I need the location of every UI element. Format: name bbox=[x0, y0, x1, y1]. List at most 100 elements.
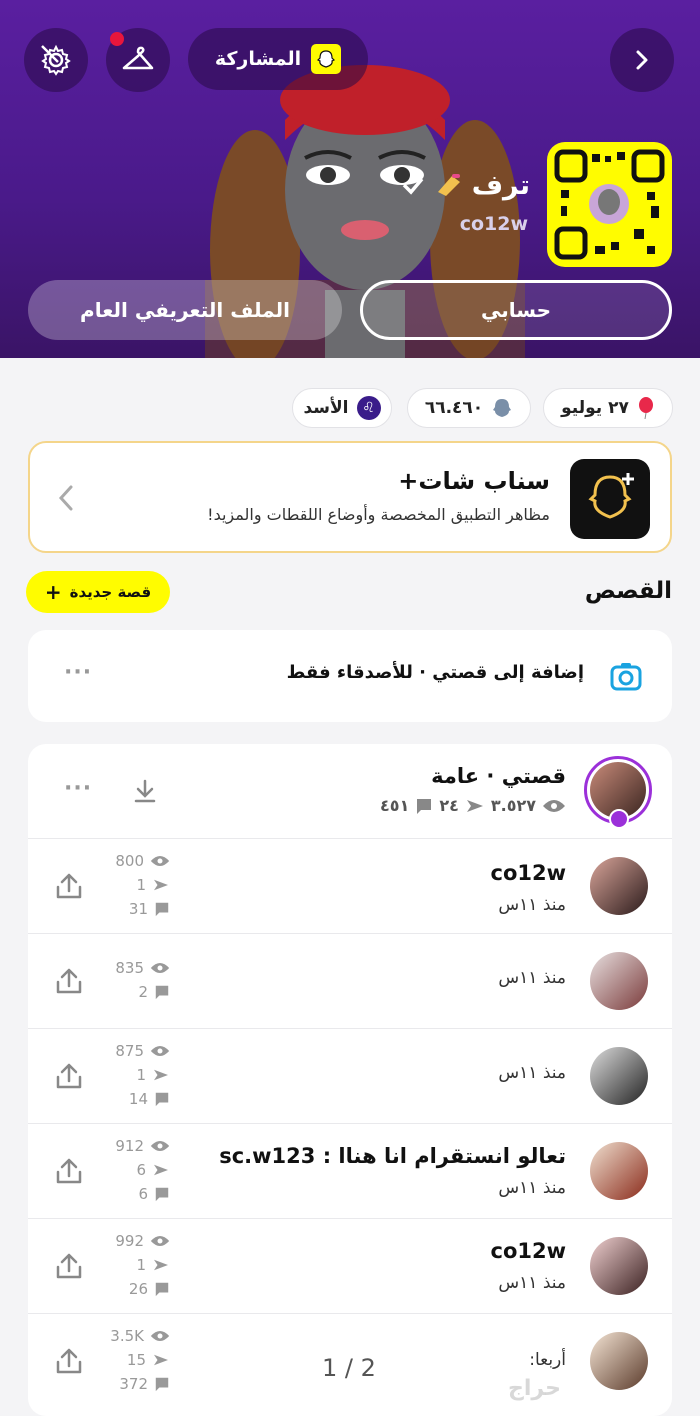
share-upload-icon[interactable] bbox=[54, 1251, 84, 1281]
add-to-story-friends-card[interactable]: إضافة إلى قصتي · للأصدقاء فقط ··· bbox=[28, 630, 672, 722]
notification-dot bbox=[110, 32, 124, 46]
username: co12w bbox=[459, 213, 528, 235]
views-count: 800 bbox=[115, 852, 144, 870]
share-label: المشاركة bbox=[214, 48, 302, 70]
shares-count: 1 bbox=[136, 876, 146, 894]
story-thumbnail[interactable] bbox=[590, 952, 648, 1010]
my-story-screenshots: ٢٤ bbox=[439, 796, 459, 815]
eye-icon bbox=[150, 1046, 170, 1056]
wardrobe-button[interactable] bbox=[106, 28, 170, 92]
screenshot-icon bbox=[154, 1354, 168, 1366]
chat-bubble-icon bbox=[155, 1282, 169, 1297]
story-thumbnail[interactable] bbox=[590, 857, 648, 915]
story-item-time: منذ ١١س bbox=[498, 895, 566, 915]
views-count: 835 bbox=[115, 959, 144, 977]
zodiac-chip[interactable]: ♌ الأسد bbox=[292, 388, 392, 428]
story-thumbnail[interactable] bbox=[590, 1142, 648, 1200]
tab-public-profile-label: الملف التعريفي العام bbox=[80, 298, 290, 322]
story-item-stats: 835 2 bbox=[100, 956, 170, 1004]
plus-icon: + bbox=[44, 580, 62, 604]
tab-my-account[interactable]: حسابي bbox=[360, 280, 672, 340]
eye-icon bbox=[150, 1331, 170, 1341]
leo-zodiac-icon: ♌ bbox=[356, 396, 381, 420]
download-icon[interactable] bbox=[132, 778, 158, 804]
nail-polish-emoji-icon bbox=[437, 173, 460, 196]
more-options-icon[interactable]: ··· bbox=[64, 660, 92, 685]
birthday-text: ٢٧ يوليو bbox=[561, 398, 629, 418]
story-item-time: منذ ١١س bbox=[498, 1063, 566, 1083]
eye-icon bbox=[150, 1236, 170, 1246]
display-name: ترف bbox=[400, 170, 530, 201]
story-item-stats: 992 1 26 bbox=[100, 1229, 170, 1301]
chevron-right-icon bbox=[636, 50, 648, 70]
share-upload-icon[interactable] bbox=[54, 1346, 84, 1376]
story-more-options-icon[interactable]: ··· bbox=[64, 776, 92, 801]
birthday-chip[interactable]: ٢٧ يوليو bbox=[543, 388, 673, 428]
story-item[interactable]: co12w منذ ١١س 992 1 26 bbox=[28, 1219, 672, 1314]
story-item-stats: 3.5K 15 372 bbox=[100, 1324, 170, 1396]
hanger-icon bbox=[122, 46, 154, 70]
share-button[interactable]: المشاركة bbox=[188, 28, 368, 90]
eye-icon bbox=[150, 1141, 170, 1151]
eye-icon bbox=[150, 963, 170, 973]
story-item-title: co12w bbox=[490, 1239, 567, 1263]
shares-count: 1 bbox=[136, 1066, 146, 1084]
story-thumbnail[interactable] bbox=[590, 1237, 648, 1295]
share-upload-icon[interactable] bbox=[54, 1156, 84, 1186]
story-item-time: منذ ١١س bbox=[498, 1273, 566, 1293]
snapcode[interactable] bbox=[547, 142, 672, 267]
views-count: 912 bbox=[115, 1137, 144, 1155]
share-upload-icon[interactable] bbox=[54, 1061, 84, 1091]
chat-bubble-icon bbox=[417, 798, 432, 814]
chat-bubble-icon bbox=[155, 1187, 169, 1202]
stories-section-title: القصص bbox=[584, 578, 672, 604]
story-item[interactable]: co12w منذ ١١س 800 1 31 bbox=[28, 839, 672, 934]
chat-bubble-icon bbox=[155, 902, 169, 917]
eye-icon bbox=[543, 799, 565, 812]
chevron-left-icon bbox=[58, 485, 73, 511]
replies-count: 2 bbox=[138, 983, 148, 1001]
my-story-stats: ٣.٥٢٧ ٢٤ ٤٥١ bbox=[380, 796, 566, 815]
snapchat-plus-card[interactable]: سناب شات+ مظاهر التطبيق المخصصة وأوضاع ا… bbox=[28, 441, 672, 553]
story-item[interactable]: منذ ١١س 835 2 bbox=[28, 934, 672, 1029]
tab-public-profile[interactable]: الملف التعريفي العام bbox=[28, 280, 342, 340]
story-item-stats: 875 1 14 bbox=[100, 1039, 170, 1111]
share-upload-icon[interactable] bbox=[54, 871, 84, 901]
screenshot-icon bbox=[154, 1259, 168, 1271]
story-item[interactable]: منذ ١١س 875 1 14 bbox=[28, 1029, 672, 1124]
display-name-text: ترف bbox=[471, 170, 530, 201]
story-thumbnail[interactable] bbox=[590, 1332, 648, 1390]
story-item-title: تعالو انستقرام انا هناا : sc.w123 bbox=[219, 1144, 566, 1168]
snap-score-chip[interactable]: ٦٦.٤٦٠ bbox=[407, 388, 531, 428]
snapcode-small-icon bbox=[311, 44, 342, 74]
profile-header: المشاركة ترف co12w حسابي الملف التعريفي … bbox=[0, 0, 700, 358]
forward-button[interactable] bbox=[610, 28, 674, 92]
shares-count: 15 bbox=[126, 1351, 146, 1369]
public-globe-icon bbox=[609, 809, 629, 829]
replies-count: 26 bbox=[128, 1280, 148, 1298]
my-story-header-row[interactable]: قصتي · عامة ٣.٥٢٧ ٢٤ ٤٥١ ··· bbox=[28, 744, 672, 839]
snapchat-plus-title: سناب شات+ bbox=[398, 467, 550, 495]
shares-count: 1 bbox=[136, 1256, 146, 1274]
replies-count: 31 bbox=[128, 900, 148, 918]
story-item-stats: 800 1 31 bbox=[100, 849, 170, 921]
qr-pattern-icon bbox=[554, 149, 665, 260]
settings-button[interactable] bbox=[24, 28, 88, 92]
gear-icon bbox=[41, 44, 71, 76]
chat-bubble-icon bbox=[155, 1092, 169, 1107]
new-story-label: قصة جديدة bbox=[69, 583, 152, 601]
shares-count: 6 bbox=[136, 1161, 146, 1179]
tab-my-account-label: حسابي bbox=[480, 298, 552, 322]
my-story-avatar[interactable] bbox=[584, 756, 652, 829]
snapchat-plus-logo-icon bbox=[570, 459, 650, 539]
snap-score-text: ٦٦.٤٦٠ bbox=[424, 398, 484, 418]
share-upload-icon[interactable] bbox=[54, 966, 84, 996]
camera-icon bbox=[610, 663, 642, 691]
chat-bubble-icon bbox=[155, 985, 169, 1000]
snapchat-plus-subtitle: مظاهر التطبيق المخصصة وأوضاع اللقطات وال… bbox=[207, 505, 550, 524]
new-story-button[interactable]: قصة جديدة + bbox=[26, 571, 170, 613]
story-item[interactable]: تعالو انستقرام انا هناا : sc.w123 منذ ١١… bbox=[28, 1124, 672, 1219]
story-thumbnail[interactable] bbox=[590, 1047, 648, 1105]
page-indicator: 1 / 2 bbox=[322, 1354, 376, 1382]
screenshot-icon bbox=[466, 799, 483, 812]
